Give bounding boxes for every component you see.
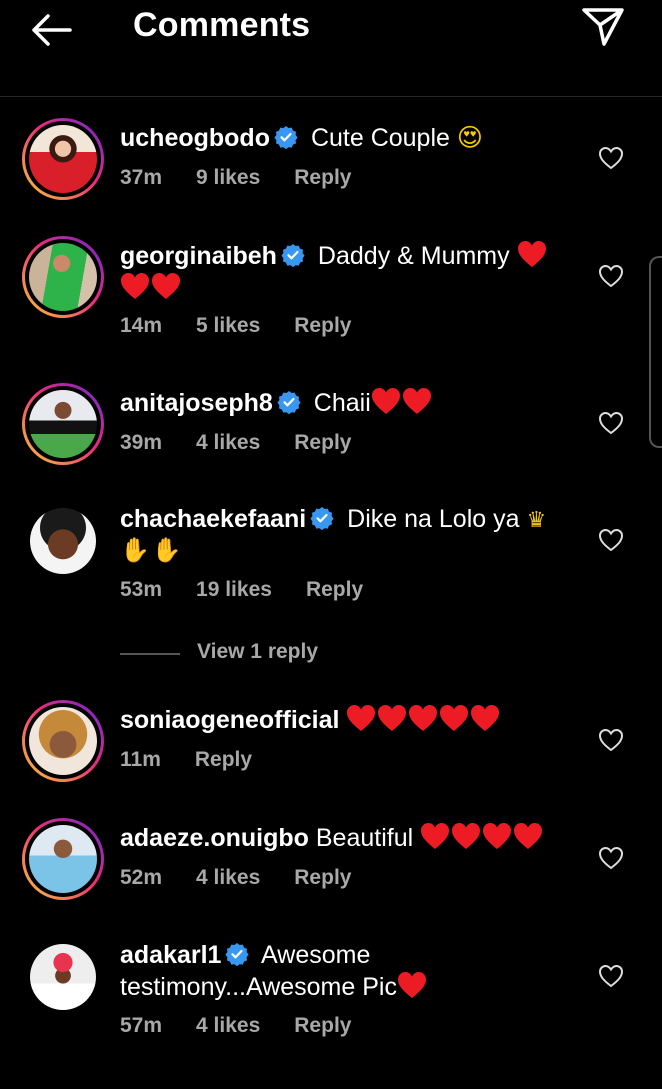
comment-time: 57m — [120, 1014, 163, 1037]
avatar[interactable] — [22, 383, 104, 465]
avatar[interactable] — [22, 118, 104, 200]
reply-button[interactable]: Reply — [294, 166, 351, 189]
verified-badge-icon — [310, 506, 334, 530]
view-replies-button[interactable]: View 1 reply — [120, 640, 420, 670]
comment-time: 53m — [120, 578, 163, 601]
comment-likes[interactable]: 19 likes — [196, 578, 272, 601]
comment-likes[interactable]: 5 likes — [196, 314, 260, 337]
verified-badge-icon — [225, 942, 249, 966]
verified-badge-icon — [277, 390, 301, 414]
avatar[interactable] — [22, 236, 104, 318]
header: Comments — [0, 0, 662, 97]
avatar[interactable] — [30, 508, 96, 574]
divider-line — [120, 653, 180, 655]
comment-text: Daddy & Mummy — [317, 242, 510, 270]
avatar[interactable] — [22, 818, 104, 900]
raised-hands-emoji-icon: ✋✋ — [120, 537, 184, 564]
avatar[interactable] — [22, 700, 104, 782]
comment-username[interactable]: ucheogbodo — [120, 124, 270, 152]
red-heart-icon — [371, 387, 401, 415]
red-heart-icon — [517, 240, 547, 268]
comment-text: Beautiful — [315, 824, 414, 852]
comment-likes[interactable]: 4 likes — [196, 1014, 260, 1037]
comment-item: anitajoseph8 Chaii 39m 4 likes Reply — [0, 383, 662, 483]
comment-text: Cute Couple — [310, 124, 450, 152]
red-heart-icon — [151, 272, 181, 300]
comment-time: 37m — [120, 166, 163, 189]
avatar[interactable] — [30, 944, 96, 1010]
comment-item: soniaogeneofficial 11m Reply — [0, 700, 662, 800]
reply-button[interactable]: Reply — [306, 578, 363, 601]
view-replies-label: View 1 reply — [197, 640, 319, 663]
red-heart-icon — [439, 704, 469, 732]
crown-emoji-icon: ♛ — [526, 507, 547, 532]
red-heart-icon — [470, 704, 500, 732]
like-heart-icon[interactable] — [598, 146, 624, 170]
comment-likes[interactable]: 4 likes — [196, 431, 260, 454]
red-heart-icon — [397, 971, 427, 999]
comment-item: chachaekefaani Dike na Lolo ya ♛ ✋✋ 53m 1… — [0, 500, 662, 620]
comment-username[interactable]: chachaekefaani — [120, 505, 306, 533]
comment-item: georginaibeh Daddy & Mummy 14m 5 likes Rep… — [0, 236, 662, 356]
reply-button[interactable]: Reply — [294, 314, 351, 337]
comment-username[interactable]: anitajoseph8 — [120, 389, 273, 417]
red-heart-icon — [513, 822, 543, 850]
back-arrow-icon[interactable] — [28, 10, 76, 50]
comment-time: 11m — [120, 748, 161, 771]
like-heart-icon[interactable] — [598, 264, 624, 288]
comment-item: ucheogbodo Cute Couple 😍 37m 9 likes Reply — [0, 118, 662, 218]
comment-time: 39m — [120, 431, 163, 454]
reply-button[interactable]: Reply — [195, 748, 252, 771]
verified-badge-icon — [274, 125, 298, 149]
like-heart-icon[interactable] — [598, 964, 624, 988]
comment-text: Dike na Lolo ya — [347, 505, 520, 533]
comment-username[interactable]: soniaogeneofficial — [120, 706, 339, 734]
comment-username[interactable]: adakarl1 — [120, 941, 221, 969]
send-icon[interactable] — [580, 6, 626, 48]
comment-likes[interactable]: 4 likes — [196, 866, 260, 889]
scroll-handle[interactable] — [649, 256, 662, 448]
like-heart-icon[interactable] — [598, 728, 624, 752]
red-heart-icon — [346, 704, 376, 732]
red-heart-icon — [120, 272, 150, 300]
comment-username[interactable]: georginaibeh — [120, 242, 277, 270]
comment-text: Chaii — [313, 389, 371, 417]
red-heart-icon — [482, 822, 512, 850]
comment-username[interactable]: adaeze.onuigbo — [120, 824, 309, 852]
comment-time: 14m — [120, 314, 163, 337]
red-heart-icon — [420, 822, 450, 850]
page-title: Comments — [133, 6, 311, 44]
reply-button[interactable]: Reply — [294, 431, 351, 454]
comment-likes[interactable]: 9 likes — [196, 166, 260, 189]
like-heart-icon[interactable] — [598, 846, 624, 870]
like-heart-icon[interactable] — [598, 528, 624, 552]
heart-eyes-emoji-icon: 😍 — [456, 123, 483, 152]
comment-item: adakarl1 Awesome testimony...Awesome Pic… — [0, 936, 662, 1056]
red-heart-icon — [451, 822, 481, 850]
verified-badge-icon — [281, 243, 305, 267]
reply-button[interactable]: Reply — [294, 1014, 351, 1037]
red-heart-icon — [377, 704, 407, 732]
comment-time: 52m — [120, 866, 163, 889]
comment-item: adaeze.onuigbo Beautiful 52m 4 likes Reply — [0, 818, 662, 918]
red-heart-icon — [408, 704, 438, 732]
red-heart-icon — [402, 387, 432, 415]
like-heart-icon[interactable] — [598, 411, 624, 435]
reply-button[interactable]: Reply — [294, 866, 351, 889]
